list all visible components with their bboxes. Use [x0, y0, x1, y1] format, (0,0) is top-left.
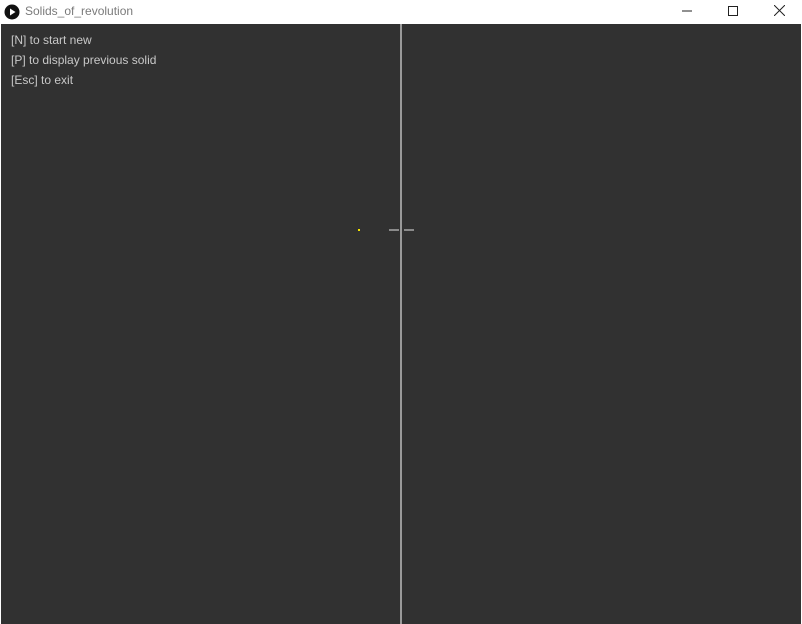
maximize-icon	[728, 3, 738, 21]
close-icon	[773, 3, 785, 21]
app-icon	[3, 3, 20, 20]
instruction-previous: [P] to display previous solid	[11, 53, 157, 67]
close-button[interactable]	[756, 0, 802, 23]
minimize-button[interactable]	[664, 0, 710, 23]
instruction-exit: [Esc] to exit	[11, 73, 74, 87]
title-bar[interactable]: Solids_of_revolution	[0, 0, 802, 23]
drawing-canvas[interactable]: [N] to start new [P] to display previous…	[1, 24, 801, 624]
window-title: Solids_of_revolution	[25, 4, 134, 18]
rotation-axis	[400, 24, 402, 624]
app-window: Solids_of_revolution [N] to start new [P…	[0, 0, 802, 624]
axis-tick-left	[389, 229, 399, 231]
maximize-button[interactable]	[710, 0, 756, 23]
minimize-icon	[682, 3, 692, 21]
profile-point	[358, 229, 360, 231]
instruction-new: [N] to start new	[11, 33, 92, 47]
axis-tick-right	[404, 229, 414, 231]
